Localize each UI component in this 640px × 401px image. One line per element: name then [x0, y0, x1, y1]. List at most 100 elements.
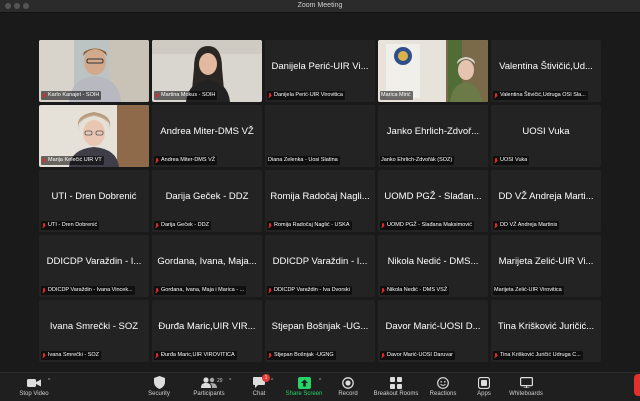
security-label: Security: [148, 391, 170, 397]
participant-tile[interactable]: Valentina Štivičić,Ud... Valentina Štivič…: [491, 40, 601, 102]
record-button[interactable]: Record: [334, 376, 362, 400]
participant-name-text: DD VŽ Andreja Martinis: [500, 222, 558, 228]
window-titlebar: Zoom Meeting: [0, 0, 640, 13]
participant-display-name: [265, 124, 375, 140]
chat-unread-badge: 1: [262, 374, 270, 382]
participant-display-name: UOMD PGŽ - Slađan...: [384, 191, 482, 202]
participant-name-label: Davor Marić-UOSI Daruvar: [380, 351, 456, 360]
participant-display-name: [39, 124, 149, 140]
participant-display-name: UOSI Vuka: [522, 126, 570, 137]
participant-name-text: Gordana, Ivana, Maja i Marica - ...: [161, 287, 245, 293]
participant-display-name: Janko Ehrlich-Zdvoř...: [386, 126, 480, 137]
participant-name-label: Ivana Smrečki - SOZ: [41, 351, 102, 360]
reactions-button[interactable]: Reactions: [426, 376, 460, 400]
record-icon: [334, 376, 362, 389]
participants-button[interactable]: Participants: [189, 376, 229, 400]
stop-video-label: Stop Video: [19, 391, 49, 397]
participant-name-label: UOMD PGŽ - Slađana Maksimović: [380, 221, 474, 230]
participant-tile[interactable]: Marica Mirić: [378, 40, 488, 102]
participant-name-text: Đurđa Maric,UIR VIROVITICA: [161, 352, 235, 358]
participant-tile[interactable]: UTI - Dren Dobrenić UTI - Dren Dobrenić: [39, 170, 149, 232]
muted-mic-icon: [381, 352, 385, 359]
participant-display-name: Darija Geček - DDZ: [165, 191, 249, 202]
participants-icon: [189, 376, 229, 389]
participant-display-name: Tina Krišković Juričić...: [497, 321, 595, 332]
muted-mic-icon: [42, 287, 46, 294]
participant-display-name: UTI - Dren Dobrenić: [51, 191, 137, 202]
record-label: Record: [338, 391, 358, 397]
participant-tile[interactable]: Darija Geček - DDZ Darija Geček - DDZ: [152, 170, 262, 232]
video-options-caret-icon[interactable]: ^: [48, 378, 50, 384]
participant-tile[interactable]: UOSI Vuka UOSI Vuka: [491, 105, 601, 167]
participant-tile[interactable]: Stjepan Bošnjak -UG... Stjepan Bošnjak -U…: [265, 300, 375, 362]
shield-icon: [141, 376, 177, 389]
participant-display-name: Romija Radočaj Nagli...: [270, 191, 370, 202]
participant-display-name: DDICDP Varaždin - I...: [46, 256, 142, 267]
participant-tile[interactable]: UOMD PGŽ - Slađan... UOMD PGŽ - Slađana M…: [378, 170, 488, 232]
participant-name-label: Tina Krišković Juričić Udruga C...: [493, 351, 583, 360]
participant-tile[interactable]: Andrea Miter-DMS VŽ Andrea Miter-DMS VŽ: [152, 105, 262, 167]
muted-mic-icon: [381, 222, 385, 229]
participant-name-text: Darija Geček - DDZ: [161, 222, 209, 228]
chat-options-caret-icon[interactable]: ^: [271, 378, 273, 384]
participant-name-label: Gordana, Ivana, Maja i Marica - ...: [154, 286, 247, 295]
apps-icon: [473, 376, 495, 389]
breakout-rooms-button[interactable]: Breakout Rooms: [372, 376, 420, 400]
participant-tile[interactable]: Martina Mokus - SOIH: [152, 40, 262, 102]
muted-mic-icon: [381, 287, 385, 294]
participant-tile[interactable]: Marija Kelečić UIR VT: [39, 105, 149, 167]
participants-options-caret-icon[interactable]: ^: [229, 378, 231, 384]
meeting-toolbar: Stop Video ^ Security Participants 29 ^ …: [0, 372, 640, 401]
participant-tile[interactable]: Nikola Nedić - DMS... Nikola Nedić - DMS …: [378, 235, 488, 297]
participants-count: 29: [217, 378, 223, 384]
participant-tile[interactable]: Ivana Smrečki - SOZ Ivana Smrečki - SOZ: [39, 300, 149, 362]
participant-tile[interactable]: Diana Zelenka - Uosi Slatina: [265, 105, 375, 167]
participant-name-label: Stjepan Bošnjak -UGNG: [267, 351, 336, 360]
participant-tile[interactable]: Đurđa Maric,UIR VIR... Đurđa Maric,UIR VI…: [152, 300, 262, 362]
participant-display-name: Danijela Perić-UIR Vi...: [271, 61, 369, 72]
muted-mic-icon: [494, 352, 498, 359]
participant-name-text: Valentina Štivičić,Udruga OSI Sla...: [500, 92, 586, 98]
participant-display-name: Davor Marić-UOSI D...: [385, 321, 481, 332]
participant-name-text: Martina Mokus - SOIH: [161, 92, 216, 98]
muted-mic-icon: [42, 222, 46, 229]
participant-name-text: UOMD PGŽ - Slađana Maksimović: [387, 222, 472, 228]
participant-name-label: Romija Radočaj Naglić - USKA: [267, 221, 352, 230]
participant-tile[interactable]: Romija Radočaj Nagli... Romija Radočaj Na…: [265, 170, 375, 232]
participant-tile[interactable]: DDICDP Varaždin - I... DDICDP Varaždin - …: [265, 235, 375, 297]
participant-name-label: UOSI Vuka: [493, 156, 530, 165]
participant-name-text: Romija Radočaj Naglić - USKA: [274, 222, 350, 228]
security-button[interactable]: Security: [141, 376, 177, 400]
window-title: Zoom Meeting: [297, 2, 343, 9]
participant-name-text: Tina Krišković Juričić Udruga C...: [500, 352, 581, 358]
participant-tile[interactable]: Davor Marić-UOSI D... Davor Marić-UOSI Da…: [378, 300, 488, 362]
participant-tile[interactable]: Danijela Perić-UIR Vi... Danijela Perić-U…: [265, 40, 375, 102]
participant-display-name: [152, 59, 262, 75]
participant-tile[interactable]: DD VŽ Andreja Marti... DD VŽ Andreja Mart…: [491, 170, 601, 232]
participant-tile[interactable]: Karlo Kanajet - SOIH: [39, 40, 149, 102]
participant-name-text: Nikola Nedić - DMS VSŽ: [387, 287, 448, 293]
participant-display-name: Stjepan Bošnjak -UG...: [271, 321, 369, 332]
end-meeting-button[interactable]: [634, 374, 640, 396]
participant-tile[interactable]: Janko Ehrlich-Zdvoř... Janko Ehrlich-Zdvo…: [378, 105, 488, 167]
muted-mic-icon: [494, 222, 498, 229]
apps-button[interactable]: Apps: [473, 376, 495, 400]
muted-mic-icon: [42, 92, 46, 99]
participant-name-label: DDICDP Varaždin - Ivana Vincek...: [41, 286, 135, 295]
muted-mic-icon: [268, 222, 272, 229]
participant-display-name: Ivana Smrečki - SOZ: [49, 321, 139, 332]
participant-name-label: Đurđa Maric,UIR VIROVITICA: [154, 351, 237, 360]
muted-mic-icon: [268, 287, 272, 294]
share-options-caret-icon[interactable]: ^: [319, 378, 321, 384]
participant-display-name: Nikola Nedić - DMS...: [387, 256, 479, 267]
participant-name-label: Martina Mokus - SOIH: [154, 91, 218, 100]
apps-label: Apps: [477, 391, 491, 397]
participant-tile[interactable]: Marijeta Zelić-UIR Vi... Marijeta Zelić-U…: [491, 235, 601, 297]
participant-tile[interactable]: Tina Krišković Juričić... Tina Krišković …: [491, 300, 601, 362]
whiteboards-button[interactable]: Whiteboards: [506, 376, 546, 400]
participant-tile[interactable]: Gordana, Ivana, Maja... Gordana, Ivana, M…: [152, 235, 262, 297]
participant-display-name: Marijeta Zelić-UIR Vi...: [498, 256, 594, 267]
muted-mic-icon: [42, 352, 46, 359]
participant-name-text: Andrea Miter-DMS VŽ: [161, 157, 216, 163]
participant-tile[interactable]: DDICDP Varaždin - I... DDICDP Varaždin - …: [39, 235, 149, 297]
